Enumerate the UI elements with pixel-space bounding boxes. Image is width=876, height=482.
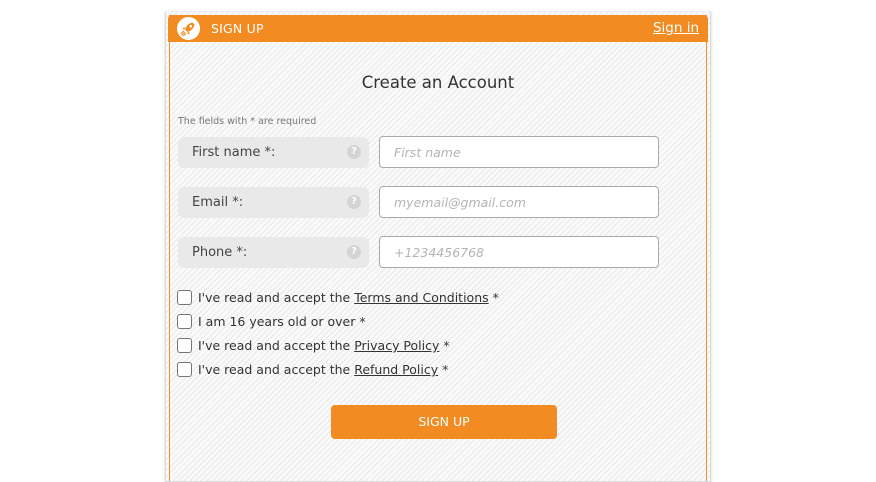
terms-link[interactable]: Terms and Conditions: [354, 290, 488, 305]
question-icon[interactable]: ?: [347, 195, 361, 209]
sign-up-button[interactable]: SIGN UP: [331, 405, 557, 439]
question-icon[interactable]: ?: [347, 245, 361, 259]
sign-in-link[interactable]: Sign in: [653, 20, 699, 36]
terms-text: I've read and accept the: [198, 290, 355, 305]
refund-policy-link[interactable]: Refund Policy: [354, 362, 438, 377]
age-text: I am 16 years old or over *: [198, 314, 366, 329]
phone-input[interactable]: [379, 236, 659, 268]
question-icon[interactable]: ?: [347, 145, 361, 159]
terms-checkbox[interactable]: [177, 290, 192, 305]
phone-label: Phone *:: [192, 245, 248, 260]
privacy-text: I've read and accept the: [198, 338, 355, 353]
page-title: Create an Account: [361, 73, 515, 92]
privacy-required-mark: *: [439, 338, 450, 353]
age-checkbox[interactable]: [177, 314, 192, 329]
refund-text: I've read and accept the: [198, 362, 355, 377]
email-input[interactable]: [379, 186, 659, 218]
privacy-checkbox[interactable]: [177, 338, 192, 353]
required-fields-note: The fields with * are required: [178, 116, 317, 127]
first-name-label: First name *:: [192, 145, 276, 160]
email-label-box: Email *: ?: [178, 187, 369, 218]
email-label: Email *:: [192, 195, 244, 210]
first-name-input[interactable]: [379, 136, 659, 168]
privacy-policy-link[interactable]: Privacy Policy: [354, 338, 439, 353]
refund-checkbox[interactable]: [177, 362, 192, 377]
header-title: SIGN UP: [211, 21, 264, 36]
signup-header: SIGN UP Sign in: [168, 15, 708, 42]
refund-required-mark: *: [438, 362, 449, 377]
first-name-label-box: First name *: ?: [178, 137, 369, 168]
phone-label-box: Phone *: ?: [178, 237, 369, 268]
terms-required-mark: *: [488, 290, 499, 305]
rocket-logo-icon: [177, 17, 200, 40]
